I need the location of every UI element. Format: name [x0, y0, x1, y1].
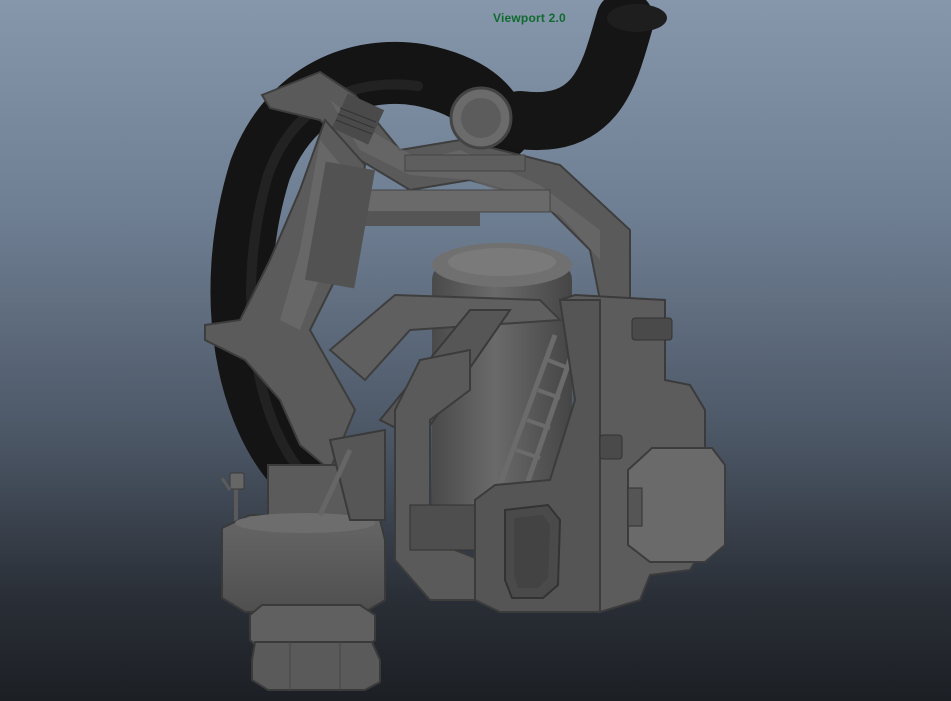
valve-handle	[220, 472, 245, 525]
hose-upper	[491, 0, 667, 151]
side-pouch	[627, 447, 726, 563]
mechanical-backpack-model[interactable]	[0, 0, 951, 701]
3d-viewport[interactable]: Viewport 2.0	[0, 0, 951, 701]
